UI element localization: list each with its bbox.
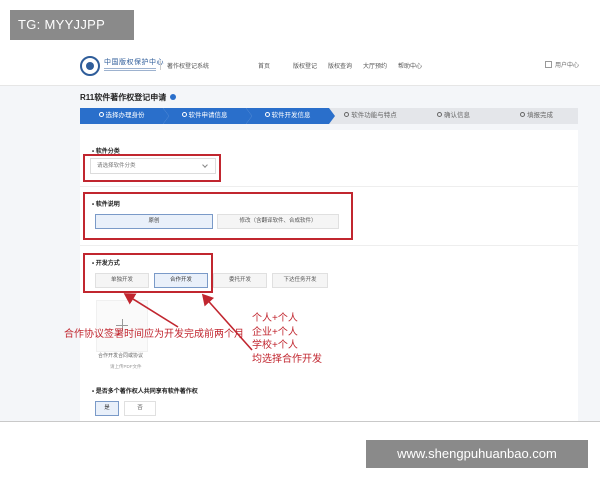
page-title: R11软件著作权登记申请 bbox=[80, 92, 177, 103]
nav-help-center[interactable]: 帮助中心 bbox=[398, 61, 433, 70]
step-label: 确认信息 bbox=[444, 112, 470, 119]
person-icon bbox=[98, 112, 104, 117]
option-original[interactable]: 原创 bbox=[95, 214, 213, 229]
annotation-agreement-timing: 合作协议签署时间应为开发完成前两个月 bbox=[64, 329, 244, 340]
list-icon bbox=[344, 112, 350, 117]
upload-caption: 合作开发合同或协议 bbox=[98, 353, 144, 359]
document-icon bbox=[437, 112, 442, 117]
user-center-link[interactable]: 用户中心 bbox=[545, 60, 579, 69]
software-category-select[interactable]: 请选择软件分类 bbox=[90, 158, 216, 174]
step-select-identity[interactable]: 选择办理身份 bbox=[80, 108, 169, 124]
step-confirm[interactable]: 确认信息 bbox=[412, 108, 495, 124]
section-divider bbox=[80, 186, 578, 187]
progress-steps: 选择办理身份 软件申请信息 软件开发信息 软件功能与特点 确认信息 填报完成 bbox=[80, 108, 578, 124]
check-circle-icon bbox=[520, 112, 525, 117]
annotation-cooperation-cases: 个人+个人 企业+个人 学校+个人 均选择合作开发 bbox=[252, 312, 322, 366]
software-category-placeholder: 请选择软件分类 bbox=[97, 163, 136, 169]
nav-copyright-query[interactable]: 版权查询 bbox=[328, 61, 363, 70]
system-name: 著作权登记系统 bbox=[160, 61, 209, 70]
nav-home[interactable]: 首页 bbox=[258, 61, 293, 70]
upload-tip: 请上传PDF文件 bbox=[110, 364, 142, 369]
step-label: 填报完成 bbox=[527, 112, 553, 119]
option-commissioned-development[interactable]: 委托开发 bbox=[213, 273, 267, 288]
option-independent-development[interactable]: 单独开发 bbox=[95, 273, 149, 288]
main-nav: 首页 版权登记 版权查询 大厅预约 帮助中心 bbox=[258, 61, 433, 70]
annotation-line: 企业+个人 bbox=[252, 326, 298, 338]
document-icon bbox=[264, 112, 270, 117]
step-label: 选择办理身份 bbox=[105, 112, 145, 119]
software-category-label: 软件分类 bbox=[92, 146, 120, 155]
step-label: 软件功能与特点 bbox=[351, 112, 397, 119]
software-description-label: 软件说明 bbox=[92, 199, 120, 208]
user-center-label: 用户中心 bbox=[555, 63, 580, 69]
chevron-down-icon bbox=[202, 162, 208, 168]
user-icon bbox=[545, 61, 552, 68]
step-complete[interactable]: 填报完成 bbox=[495, 108, 578, 124]
option-modified[interactable]: 修改（含翻译软件、合成软件） bbox=[217, 214, 339, 229]
step-features[interactable]: 软件功能与特点 bbox=[329, 108, 412, 124]
copyright-center-logo-icon bbox=[80, 56, 100, 76]
nav-hall-appointment[interactable]: 大厅预约 bbox=[363, 61, 398, 70]
step-application-info[interactable]: 软件申请信息 bbox=[163, 108, 252, 124]
brand-underline bbox=[104, 68, 156, 71]
nav-copyright-registration[interactable]: 版权登记 bbox=[293, 61, 328, 70]
brand-name: 中国版权保护中心 bbox=[104, 58, 164, 66]
section-divider bbox=[80, 245, 578, 246]
page-title-text: R11软件著作权登记申请 bbox=[80, 93, 167, 102]
multi-owner-label: 是否多个著作权人共同享有软件著作权 bbox=[92, 386, 198, 395]
annotation-line: 均选择合作开发 bbox=[252, 353, 322, 365]
location-icon bbox=[181, 112, 187, 117]
info-icon[interactable] bbox=[170, 94, 177, 100]
option-assigned-task-development[interactable]: 下达任务开发 bbox=[272, 273, 328, 288]
watermark-top-left: TG: MYYJJPP bbox=[10, 10, 134, 40]
watermark-bottom-right: www.shengpuhuanbao.com bbox=[366, 440, 588, 468]
annotation-line: 学校+个人 bbox=[252, 340, 298, 351]
development-mode-label: 开发方式 bbox=[92, 258, 120, 267]
top-navigation-bar: 中国版权保护中心 著作权登记系统 首页 版权登记 版权查询 大厅预约 帮助中心 … bbox=[0, 46, 600, 86]
step-label: 软件开发信息 bbox=[271, 112, 311, 119]
option-yes[interactable]: 是 bbox=[95, 401, 119, 416]
option-cooperative-development[interactable]: 合作开发 bbox=[154, 273, 208, 288]
step-development-info[interactable]: 软件开发信息 bbox=[246, 108, 335, 124]
annotation-line: 个人+个人 bbox=[252, 313, 298, 324]
option-no[interactable]: 否 bbox=[124, 401, 156, 416]
step-label: 软件申请信息 bbox=[188, 112, 228, 119]
